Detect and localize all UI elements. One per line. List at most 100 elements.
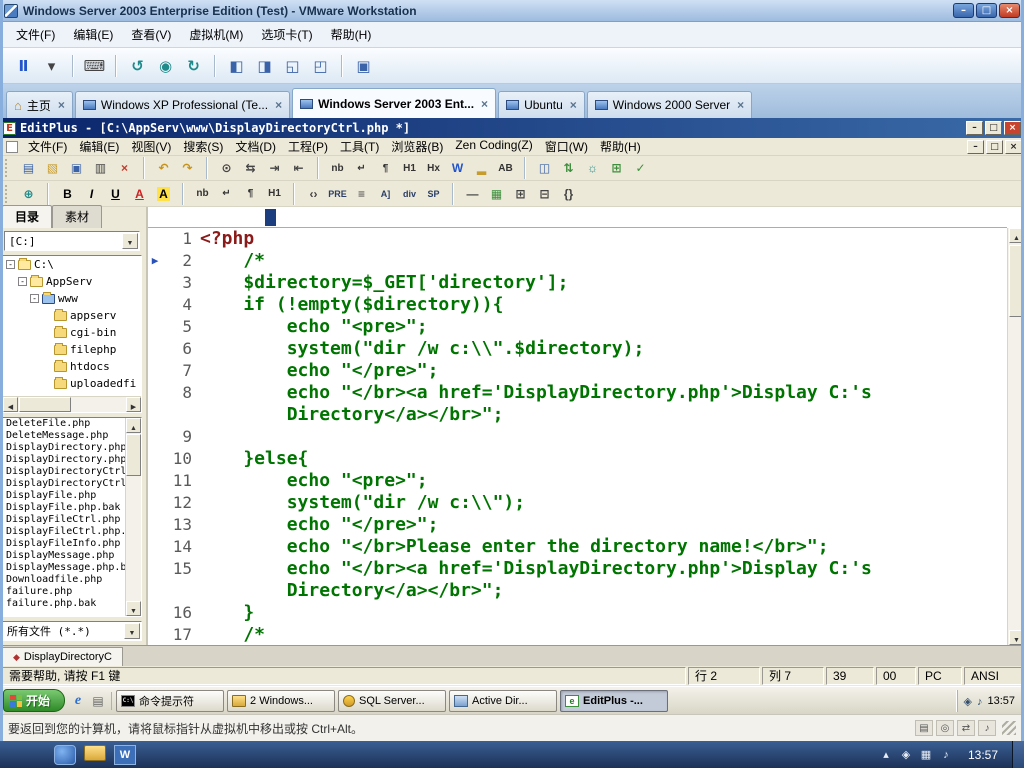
snapshot-manager-button[interactable]: ↻ — [180, 53, 207, 79]
vmware-menu-item[interactable]: 查看(V) — [123, 23, 179, 46]
file-item[interactable]: Downloadfile.php — [3, 574, 125, 586]
new-file-icon[interactable]: ▤ — [17, 158, 40, 179]
dropdown-arrow-icon[interactable] — [124, 623, 140, 639]
hex-view-icon[interactable]: Hx — [422, 158, 445, 179]
file-item[interactable]: DisplayDirectoryCtrl — [3, 478, 125, 490]
check-icon[interactable]: ✓ — [629, 158, 652, 179]
tree-expander-icon[interactable]: - — [18, 277, 27, 286]
host-vmware-icon[interactable]: W — [114, 744, 136, 765]
task-explorer-group[interactable]: 2 Windows... — [227, 689, 336, 712]
highlight-color-icon[interactable]: A — [152, 183, 175, 204]
tree-item[interactable]: - www — [3, 290, 141, 307]
editplus-menu-item[interactable]: Zen Coding(Z) — [449, 137, 538, 156]
show-console-button[interactable]: ▣ — [350, 53, 377, 79]
file-item[interactable]: DisplayMessage.php — [3, 550, 125, 562]
resize-grip[interactable] — [1002, 721, 1016, 735]
editplus-menu-item[interactable]: 工具(T) — [334, 137, 385, 156]
cdrom-device-icon[interactable]: ◎ — [936, 720, 954, 736]
underline-icon[interactable]: U — [104, 183, 127, 204]
code-area[interactable]: 1 <?php 2 /* 3 $directory=$_GET['directo… — [148, 228, 1007, 645]
html-toolbar-icon[interactable]: W — [446, 158, 469, 179]
file-item[interactable]: DisplayMessage.php.b — [3, 562, 125, 574]
font-tag-icon[interactable]: A] — [374, 183, 397, 204]
host-security-icon[interactable]: ◈ — [898, 745, 914, 765]
editor-vertical-scrollbar[interactable] — [1007, 228, 1024, 645]
heading-icon[interactable]: H1 — [398, 158, 421, 179]
tools-icon[interactable]: ☼ — [581, 158, 604, 179]
pre-tag-icon[interactable]: PRE — [326, 183, 349, 204]
editplus-menu-item[interactable]: 编辑(E) — [73, 137, 125, 156]
open-file-icon[interactable]: ▧ — [41, 158, 64, 179]
editplus-menu-item[interactable]: 视图(V) — [125, 137, 177, 156]
tab-close-icon[interactable]: × — [56, 98, 65, 112]
hdd-device-icon[interactable]: ▤ — [915, 720, 933, 736]
outdent-icon[interactable]: ⇤ — [287, 158, 310, 179]
italic-icon[interactable]: I — [80, 183, 103, 204]
tab-close-icon[interactable]: × — [479, 97, 488, 111]
file-list-scrollbar[interactable] — [125, 418, 141, 616]
redo-icon[interactable]: ↷ — [176, 158, 199, 179]
editplus-menu-item[interactable]: 文件(F) — [22, 137, 73, 156]
editplus-restore-button[interactable] — [985, 121, 1002, 135]
network-device-icon[interactable]: ⇄ — [957, 720, 975, 736]
sound-device-icon[interactable]: ♪ — [978, 720, 996, 736]
minimize-button[interactable] — [953, 3, 974, 18]
file-item[interactable]: DisplayDirectory.php — [3, 442, 125, 454]
vmware-menu-item[interactable]: 帮助(H) — [323, 23, 380, 46]
mdi-close-button[interactable] — [1005, 139, 1022, 154]
script-tag-icon[interactable]: {} — [557, 183, 580, 204]
form-tag-icon[interactable]: ⊟ — [533, 183, 556, 204]
save-icon[interactable]: ▣ — [65, 158, 88, 179]
tree-item[interactable]: filephp — [3, 341, 141, 358]
replace-icon[interactable]: ⇆ — [239, 158, 262, 179]
tree-item[interactable]: cgi-bin — [3, 324, 141, 341]
scroll-left-icon[interactable] — [3, 397, 18, 412]
maximize-button[interactable] — [976, 3, 997, 18]
editplus-close-button[interactable] — [1004, 121, 1021, 135]
scroll-up-icon[interactable] — [1009, 228, 1024, 243]
vmware-menu-item[interactable]: 虚拟机(M) — [181, 23, 251, 46]
host-network-icon[interactable]: ▦ — [918, 745, 934, 765]
editplus-menu-item[interactable]: 搜索(S) — [177, 137, 229, 156]
tree-item[interactable]: - AppServ — [3, 273, 141, 290]
vm-tray-status-icon[interactable]: ◈ — [964, 694, 972, 708]
comment-tag-icon[interactable]: ‹› — [302, 183, 325, 204]
tree-item[interactable]: htdocs — [3, 358, 141, 375]
print-icon[interactable]: ▥ — [89, 158, 112, 179]
bold-icon[interactable]: B — [56, 183, 79, 204]
highlight-icon[interactable]: ▂ — [470, 158, 493, 179]
host-start-button[interactable] — [54, 744, 76, 765]
file-item[interactable]: DisplayFileInfo.php — [3, 538, 125, 550]
scrollbar-thumb[interactable] — [19, 397, 71, 412]
snapshot-revert-button[interactable]: ↺ — [124, 53, 151, 79]
tree-expander-icon[interactable]: - — [6, 260, 15, 269]
table-tag-icon[interactable]: ⊞ — [509, 183, 532, 204]
console-view-button[interactable]: ◨ — [251, 53, 278, 79]
font-color-icon[interactable]: A — [128, 183, 151, 204]
editplus-menu-item[interactable]: 文档(D) — [229, 137, 282, 156]
scroll-down-icon[interactable] — [1009, 630, 1024, 645]
soft-break-icon[interactable]: ↵ — [350, 158, 373, 179]
power-options-dropdown[interactable]: ▾ — [38, 53, 65, 79]
search-icon[interactable]: ⊙ — [215, 158, 238, 179]
pilcrow-icon[interactable]: ¶ — [374, 158, 397, 179]
tab-home[interactable]: 主页 × — [6, 91, 73, 118]
show-desktop-strip[interactable] — [1012, 741, 1024, 768]
host-volume-icon[interactable]: ♪ — [938, 745, 954, 765]
take-snapshot-button[interactable]: ◉ — [152, 53, 179, 79]
tree-item[interactable]: - C:\ — [3, 256, 141, 273]
task-command-prompt[interactable]: C:\ 命令提示符 — [116, 689, 225, 712]
grid-icon[interactable]: ⊞ — [605, 158, 628, 179]
tab-ubuntu[interactable]: Ubuntu × — [498, 91, 585, 118]
nbsp-tag-icon[interactable]: nb — [191, 183, 214, 204]
scroll-down-icon[interactable] — [126, 601, 141, 616]
tab-windows-xp-professional[interactable]: Windows XP Professional (Te... × — [74, 91, 291, 118]
document-tab-displaydirectoryctrl[interactable]: DisplayDirectoryC — [2, 647, 123, 666]
div-tag-icon[interactable]: div — [398, 183, 421, 204]
tab-close-icon[interactable]: × — [568, 98, 577, 112]
paragraph-tag-icon[interactable]: ¶ — [239, 183, 262, 204]
vmware-menu-item[interactable]: 选项卡(T) — [253, 23, 320, 46]
heading-tag-icon[interactable]: H1 — [263, 183, 286, 204]
undo-icon[interactable]: ↶ — [152, 158, 175, 179]
task-sql-server[interactable]: SQL Server... — [338, 689, 447, 712]
